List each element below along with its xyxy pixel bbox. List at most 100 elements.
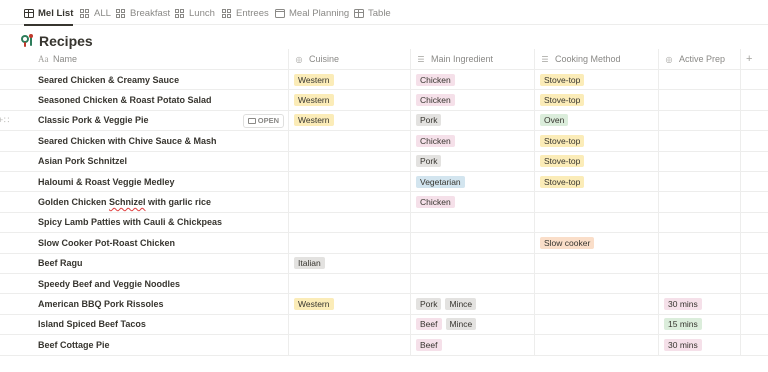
table-row[interactable]: Haloumi & Roast Veggie Medley Vegetarian S… <box>0 172 768 193</box>
column-header-cuisine[interactable]: ◎ Cuisine <box>289 49 411 69</box>
cell-name[interactable]: Asian Pork Schnitzel <box>20 151 289 171</box>
cell-main-ingredient[interactable] <box>411 233 535 253</box>
cell-cooking-method[interactable]: Stove-top <box>535 172 659 192</box>
cell-cooking-method[interactable]: Stove-top <box>535 131 659 151</box>
table-row[interactable]: Golden Chicken Schnizel with garlic rice… <box>0 192 768 213</box>
table-row[interactable]: Beef Cottage Pie Beef 30 mins <box>0 335 768 356</box>
cell-cooking-method[interactable]: Oven <box>535 110 659 131</box>
cell-cuisine[interactable] <box>289 151 411 171</box>
cell-cooking-method[interactable]: Stove-top <box>535 151 659 171</box>
cell-cuisine[interactable] <box>289 192 411 212</box>
table-row[interactable]: Island Spiced Beef Tacos Beef Mince 15 mins <box>0 314 768 336</box>
table-row[interactable]: Seared Chicken & Creamy Sauce Western Chic… <box>0 70 768 91</box>
cell-active-prep[interactable] <box>659 253 741 273</box>
cell-cuisine[interactable] <box>289 172 411 192</box>
cell-name[interactable]: American BBQ Pork Rissoles <box>20 294 289 314</box>
view-tab-lunch[interactable]: Lunch <box>175 3 215 23</box>
cell-cuisine[interactable] <box>289 314 411 335</box>
cell-active-prep[interactable] <box>659 131 741 151</box>
cell-main-ingredient[interactable]: Pork Mince <box>411 294 535 314</box>
cell-active-prep[interactable] <box>659 274 741 294</box>
cell-cuisine[interactable] <box>289 274 411 294</box>
cell-name[interactable]: Slow Cooker Pot-Roast Chicken <box>20 233 289 253</box>
cell-active-prep[interactable]: 30 mins <box>659 294 741 314</box>
table-row[interactable]: Slow Cooker Pot-Roast Chicken Slow cooker <box>0 233 768 254</box>
column-header-name[interactable]: Aa Name <box>20 49 289 69</box>
cell-active-prep[interactable] <box>659 151 741 171</box>
cell-cuisine[interactable]: Western <box>289 90 411 110</box>
view-tab-meal-planning[interactable]: Meal Planning <box>275 3 349 23</box>
cell-active-prep[interactable] <box>659 233 741 253</box>
table-row[interactable]: Speedy Beef and Veggie Noodles <box>0 274 768 295</box>
cell-active-prep[interactable] <box>659 172 741 192</box>
cell-cooking-method[interactable] <box>535 192 659 212</box>
cell-name[interactable]: Classic Pork & Veggie Pie OPEN <box>20 110 289 131</box>
table-row[interactable]: Seared Chicken with Chive Sauce & Mash Ch… <box>0 131 768 152</box>
cell-cuisine[interactable] <box>289 212 411 233</box>
table-row[interactable]: Seasoned Chicken & Roast Potato Salad Wes… <box>0 90 768 111</box>
drag-handle-icon[interactable]: + ∷ <box>0 114 20 128</box>
cell-main-ingredient[interactable]: Chicken <box>411 70 535 90</box>
cell-main-ingredient[interactable] <box>411 274 535 294</box>
open-button[interactable]: OPEN <box>242 113 284 128</box>
view-tab-breakfast[interactable]: Breakfast <box>116 3 170 23</box>
table-row[interactable]: Classic Pork & Veggie Pie OPEN Western Pork… <box>0 110 768 132</box>
view-tab-all[interactable]: ALL <box>80 3 111 23</box>
cell-active-prep[interactable] <box>659 212 741 233</box>
cell-name[interactable]: Seared Chicken & Creamy Sauce <box>20 70 289 90</box>
column-header-cooking-method[interactable]: ☰ Cooking Method <box>535 49 659 69</box>
cell-main-ingredient[interactable] <box>411 212 535 233</box>
cell-name[interactable]: Beef Ragu <box>20 253 289 273</box>
cell-main-ingredient[interactable]: Pork <box>411 151 535 171</box>
cell-active-prep[interactable] <box>659 110 741 131</box>
table-row[interactable]: Spicy Lamb Patties with Cauli & Chickpea… <box>0 212 768 234</box>
cell-main-ingredient[interactable]: Vegetarian <box>411 172 535 192</box>
cell-name[interactable]: Beef Cottage Pie <box>20 335 289 355</box>
column-header-active-prep[interactable]: ◎ Active Prep <box>659 49 741 69</box>
cell-active-prep[interactable] <box>659 70 741 90</box>
cell-cooking-method[interactable] <box>535 212 659 233</box>
cell-name[interactable]: Seared Chicken with Chive Sauce & Mash <box>20 131 289 151</box>
cell-cooking-method[interactable] <box>535 294 659 314</box>
cell-active-prep[interactable]: 15 mins <box>659 314 741 335</box>
cell-cooking-method[interactable] <box>535 274 659 294</box>
cell-name[interactable]: Seasoned Chicken & Roast Potato Salad <box>20 90 289 110</box>
cell-cuisine[interactable] <box>289 335 411 355</box>
cell-cooking-method[interactable]: Stove-top <box>535 70 659 90</box>
table-row[interactable]: Asian Pork Schnitzel Pork Stove-top <box>0 151 768 172</box>
cell-main-ingredient[interactable]: Chicken <box>411 90 535 110</box>
cell-cuisine[interactable] <box>289 233 411 253</box>
add-property-button[interactable]: + <box>741 49 768 69</box>
view-tab-table[interactable]: Table <box>354 3 391 23</box>
cell-main-ingredient[interactable] <box>411 253 535 273</box>
table-row[interactable]: Beef Ragu Italian <box>0 253 768 274</box>
cell-name[interactable]: Speedy Beef and Veggie Noodles <box>20 274 289 294</box>
cell-cooking-method[interactable] <box>535 314 659 335</box>
cell-name[interactable]: Golden Chicken Schnizel with garlic rice <box>20 192 289 212</box>
cell-name[interactable]: Haloumi & Roast Veggie Medley <box>20 172 289 192</box>
cell-cooking-method[interactable]: Stove-top <box>535 90 659 110</box>
view-tab-mel-list[interactable]: Mel List <box>24 3 74 26</box>
column-header-main-ingredient[interactable]: ☰ Main Ingredient <box>411 49 535 69</box>
cell-cuisine[interactable]: Western <box>289 294 411 314</box>
table-row[interactable]: American BBQ Pork Rissoles Western Pork Min… <box>0 294 768 315</box>
cell-name[interactable]: Spicy Lamb Patties with Cauli & Chickpea… <box>20 212 289 233</box>
cell-cooking-method[interactable] <box>535 335 659 355</box>
cell-cuisine[interactable] <box>289 131 411 151</box>
cell-cuisine[interactable]: Western <box>289 110 411 131</box>
cell-main-ingredient[interactable]: Pork <box>411 110 535 131</box>
cell-main-ingredient[interactable]: Beef <box>411 335 535 355</box>
cell-cooking-method[interactable]: Slow cooker <box>535 233 659 253</box>
cell-name[interactable]: Island Spiced Beef Tacos <box>20 314 289 335</box>
cell-main-ingredient[interactable]: Chicken <box>411 131 535 151</box>
cell-active-prep[interactable] <box>659 192 741 212</box>
cell-cuisine[interactable]: Western <box>289 70 411 90</box>
cell-main-ingredient[interactable]: Beef Mince <box>411 314 535 335</box>
cell-active-prep[interactable]: 30 mins <box>659 335 741 355</box>
cell-empty <box>741 274 768 293</box>
cell-cuisine[interactable]: Italian <box>289 253 411 273</box>
cell-active-prep[interactable] <box>659 90 741 110</box>
cell-cooking-method[interactable] <box>535 253 659 273</box>
cell-main-ingredient[interactable]: Chicken <box>411 192 535 212</box>
view-tab-entrees[interactable]: Entrees <box>222 3 269 23</box>
